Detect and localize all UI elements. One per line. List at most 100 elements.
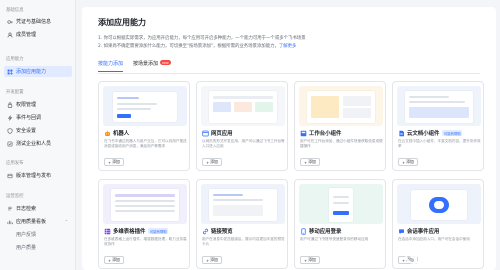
card-preview-image [299, 86, 383, 126]
tab-by-scenario[interactable]: 按场景添加 new [133, 60, 171, 72]
add-button[interactable]: + 添加 [104, 256, 124, 264]
card-preview-image [201, 86, 285, 126]
card-header: 网页应用 [202, 129, 233, 137]
plus-icon: + [304, 257, 308, 263]
card-header: 会话事件应用 [398, 227, 439, 235]
lock-icon [7, 101, 13, 108]
capability-card-link-preview[interactable]: 链接预览 用户在消息中发送链接后，展示内容更加丰富的预览卡片 + 添加 [196, 179, 288, 269]
sidebar-group-capability: 应用能力 [6, 57, 24, 62]
tab-label: 按场景添加 [133, 61, 159, 67]
sidebar-item-label: 应用质量看板 [16, 219, 47, 225]
add-label: 添加 [112, 159, 120, 164]
sidebar-item-user-quality[interactable]: 用户质量 [4, 242, 72, 253]
doc-widget-icon [398, 130, 405, 137]
sidebar-item-label: 用户反馈 [16, 232, 37, 238]
description-line-2: 2. 如果尚不确定需要添加什么能力，可切换至"按场景添加"，根据所需的业务场景添… [98, 43, 296, 49]
card-preview-image [103, 184, 187, 224]
card-title: 多维表格插件 [113, 229, 146, 235]
sidebar-item-test-tenant[interactable]: 测试企业和人员 [4, 138, 72, 149]
capability-card-bot[interactable]: 机器人 在飞书中通过机器人与用户交互，它可以向用户推送消息或接收用户消息，满足用… [98, 81, 190, 171]
card-description: 在云文档中插入小组件，丰富文档内容，提升协作效率 [398, 139, 481, 148]
sidebar-item-events[interactable]: 事件与回调 [4, 112, 72, 123]
sidebar: 基础信息 凭证与基础信息 成员管理 应用能力 添加应用能力 开发配置 权限管理 … [0, 0, 76, 270]
description-line-1: 1. 你可以根据实际需求，为应用开启能力，每个应用可开启多种能力，一个能力可用于… [98, 36, 306, 41]
robot-icon [104, 130, 111, 137]
sidebar-item-add-capability[interactable]: 添加应用能力 [4, 66, 72, 77]
add-label: 添加 [308, 159, 316, 164]
sidebar-item-versions[interactable]: 版本管理与发布 [4, 170, 72, 181]
card-title: 工作台小组件 [309, 131, 342, 137]
event-icon [7, 114, 13, 121]
capability-card-workplace-widget[interactable]: 工作台小组件 用户可在工作台添加，通过小组件快速获取信息或便捷操作 + 添加 [294, 81, 386, 171]
recommended-tag: 可能有帮助 [148, 228, 169, 234]
sidebar-group-dev: 开发配置 [6, 90, 24, 95]
sidebar-item-quality-dashboard[interactable]: 应用质量看板 ⌃ [4, 216, 72, 227]
recommended-tag: 可能有帮助 [442, 130, 463, 136]
sidebar-item-security[interactable]: 安全设置 [4, 125, 72, 136]
capability-card-bitable-plugin[interactable]: 多维表格插件 可能有帮助 在多维表格上运行插件，增强数据处理，助力业务高效协作 … [98, 179, 190, 269]
card-title: 会话事件应用 [407, 229, 440, 235]
key-icon [7, 19, 13, 25]
sidebar-item-label: 成员管理 [16, 32, 37, 38]
sidebar-item-members[interactable]: 成员管理 [4, 29, 72, 40]
test-icon [7, 141, 13, 147]
card-title: 链接预览 [211, 229, 233, 235]
tab-bar: 按能力添加 按场景添加 new [98, 60, 171, 72]
plus-icon: + [108, 159, 112, 165]
web-app-icon [202, 130, 209, 137]
svg-text:九游: 九游 [425, 246, 458, 265]
sidebar-item-logs[interactable]: 日志检索 [4, 203, 72, 214]
tab-label: 按能力添加 [98, 61, 124, 67]
sidebar-item-label: 权限管理 [16, 102, 37, 108]
plus-icon: + [402, 159, 406, 165]
sidebar-group-release: 应用发布 [6, 161, 24, 166]
card-preview-image [397, 184, 481, 224]
card-preview-image [397, 86, 481, 126]
mobile-login-icon [300, 227, 307, 235]
add-button[interactable]: + 添加 [104, 158, 124, 166]
add-label: 添加 [210, 159, 218, 164]
plus-icon: + [304, 159, 308, 165]
page-title: 添加应用能力 [98, 18, 146, 27]
link-preview-icon [202, 228, 209, 235]
sidebar-item-credentials[interactable]: 凭证与基础信息 [4, 16, 72, 27]
sidebar-item-label: 安全设置 [16, 128, 37, 134]
sidebar-item-label: 版本管理与发布 [16, 173, 52, 179]
add-label: 添加 [210, 257, 218, 262]
grid-add-icon [7, 69, 13, 75]
sidebar-item-permissions[interactable]: 权限管理 [4, 99, 72, 110]
card-header: 云文档小组件 可能有帮助 [398, 129, 463, 137]
site-watermark-logo: 九游 [404, 243, 496, 267]
capability-card-mobile-login[interactable]: 移动应用登录 用户可通过飞书账号快速登录你的移动应用 + 添加 [294, 179, 386, 269]
capability-card-doc-widget[interactable]: 云文档小组件 可能有帮助 在云文档中插入小组件，丰富文档内容，提升协作效率 + … [392, 81, 484, 171]
add-button[interactable]: + 添加 [202, 158, 222, 166]
dashboard-icon [7, 219, 13, 225]
card-header: 多维表格插件 可能有帮助 [104, 227, 169, 235]
card-preview-image [103, 86, 187, 126]
sidebar-item-label: 测试企业和人员 [16, 141, 52, 147]
log-icon [7, 206, 13, 212]
bitable-icon [104, 228, 111, 235]
tab-by-capability[interactable]: 按能力添加 [98, 60, 124, 72]
card-header: 移动应用登录 [300, 227, 341, 235]
card-header: 工作台小组件 [300, 129, 341, 137]
card-title: 云文档小组件 [407, 131, 440, 137]
capability-card-web-app[interactable]: 网页应用 以网页的形式开发应用，用户可以通过飞书工作台等入口进入应用 + 添加 [196, 81, 288, 171]
learn-more-link[interactable]: 了解更多 [279, 44, 297, 49]
plus-icon: + [206, 159, 210, 165]
add-button[interactable]: + 添加 [202, 256, 222, 264]
card-description: 以网页的形式开发应用，用户可以通过飞书工作台等入口进入应用 [202, 139, 285, 148]
sidebar-item-user-feedback[interactable]: 用户反馈 [4, 229, 72, 240]
card-title: 网页应用 [211, 131, 233, 137]
sidebar-group-basic: 基础信息 [6, 8, 24, 13]
chevron-up-icon: ⌃ [64, 219, 68, 224]
add-button[interactable]: + 添加 [300, 158, 320, 166]
add-button[interactable]: + 添加 [398, 158, 418, 166]
sidebar-item-label: 用户质量 [16, 245, 37, 251]
sidebar-item-label: 事件与回调 [16, 115, 42, 121]
sidebar-item-label: 添加应用能力 [16, 69, 47, 75]
card-title: 机器人 [113, 131, 130, 137]
card-preview-image [201, 184, 285, 224]
card-description: 用户在消息中发送链接后，展示内容更加丰富的预览卡片 [202, 237, 285, 246]
add-button[interactable]: + 添加 [300, 256, 320, 264]
